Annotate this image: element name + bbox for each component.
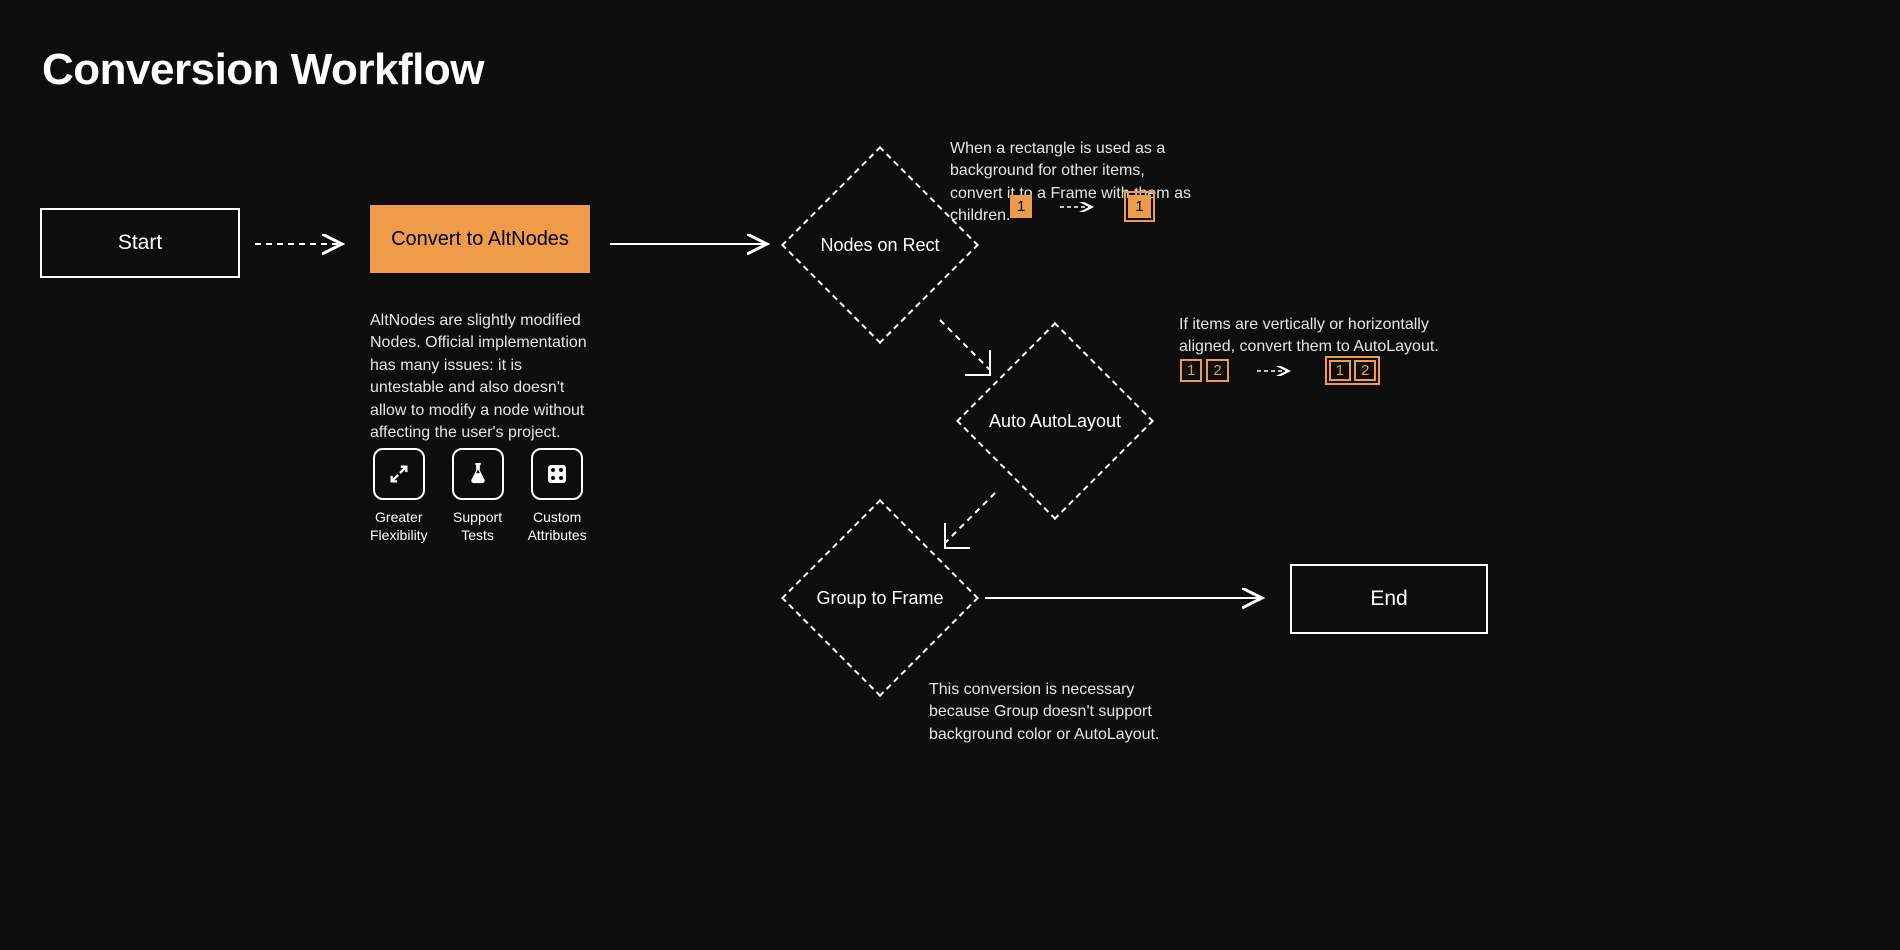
- feature-attributes: Custom Attributes: [528, 448, 587, 544]
- auto-after-group: 1 2: [1325, 356, 1381, 385]
- auto-before-1: 1: [1180, 359, 1202, 382]
- auto-example: 1 2 1 2: [1180, 356, 1380, 385]
- altnodes-description: AltNodes are slightly modified Nodes. Of…: [370, 310, 600, 444]
- arrow-start-to-convert: [255, 240, 355, 260]
- arrow-convert-to-nodes: [610, 240, 780, 260]
- feature-tests-label: Support Tests: [453, 508, 502, 544]
- page-title: Conversion Workflow: [42, 45, 484, 95]
- group-to-frame-label: Group to Frame: [812, 530, 948, 666]
- convert-node: Convert to AltNodes: [370, 205, 590, 273]
- start-label: Start: [118, 231, 162, 255]
- group-to-frame-description: This conversion is necessary because Gro…: [929, 679, 1179, 746]
- arrow-icon: [1060, 202, 1100, 212]
- auto-after-2: 2: [1354, 360, 1376, 381]
- convert-label: Convert to AltNodes: [391, 228, 569, 251]
- auto-before-2: 2: [1206, 359, 1228, 382]
- start-node: Start: [40, 208, 240, 278]
- arrow-group-to-end: [985, 594, 1275, 614]
- end-label: End: [1370, 587, 1407, 611]
- feature-tests: Support Tests: [452, 448, 504, 544]
- auto-before-group: 1 2: [1180, 359, 1229, 382]
- feature-flexibility: Greater Flexibility: [370, 448, 428, 544]
- feature-flexibility-label: Greater Flexibility: [370, 508, 428, 544]
- arrow-icon: [1257, 366, 1297, 376]
- feature-attributes-label: Custom Attributes: [528, 508, 587, 544]
- auto-autolayout-description: If items are vertically or horizontally …: [1179, 314, 1449, 359]
- auto-autolayout-label: Auto AutoLayout: [987, 353, 1123, 489]
- rect-example: 1 1: [1010, 195, 1151, 218]
- expand-icon: [373, 448, 425, 500]
- end-node: End: [1290, 564, 1488, 634]
- rect-before-box: 1: [1010, 195, 1032, 218]
- feature-row: Greater Flexibility Support Tests Custom…: [370, 448, 587, 544]
- flask-icon: [452, 448, 504, 500]
- rect-after-box: 1: [1128, 195, 1150, 218]
- auto-after-1: 1: [1329, 360, 1351, 381]
- dice-icon: [531, 448, 583, 500]
- nodes-on-rect-label: Nodes on Rect: [812, 177, 948, 313]
- arrow-auto-to-group: [945, 493, 1025, 573]
